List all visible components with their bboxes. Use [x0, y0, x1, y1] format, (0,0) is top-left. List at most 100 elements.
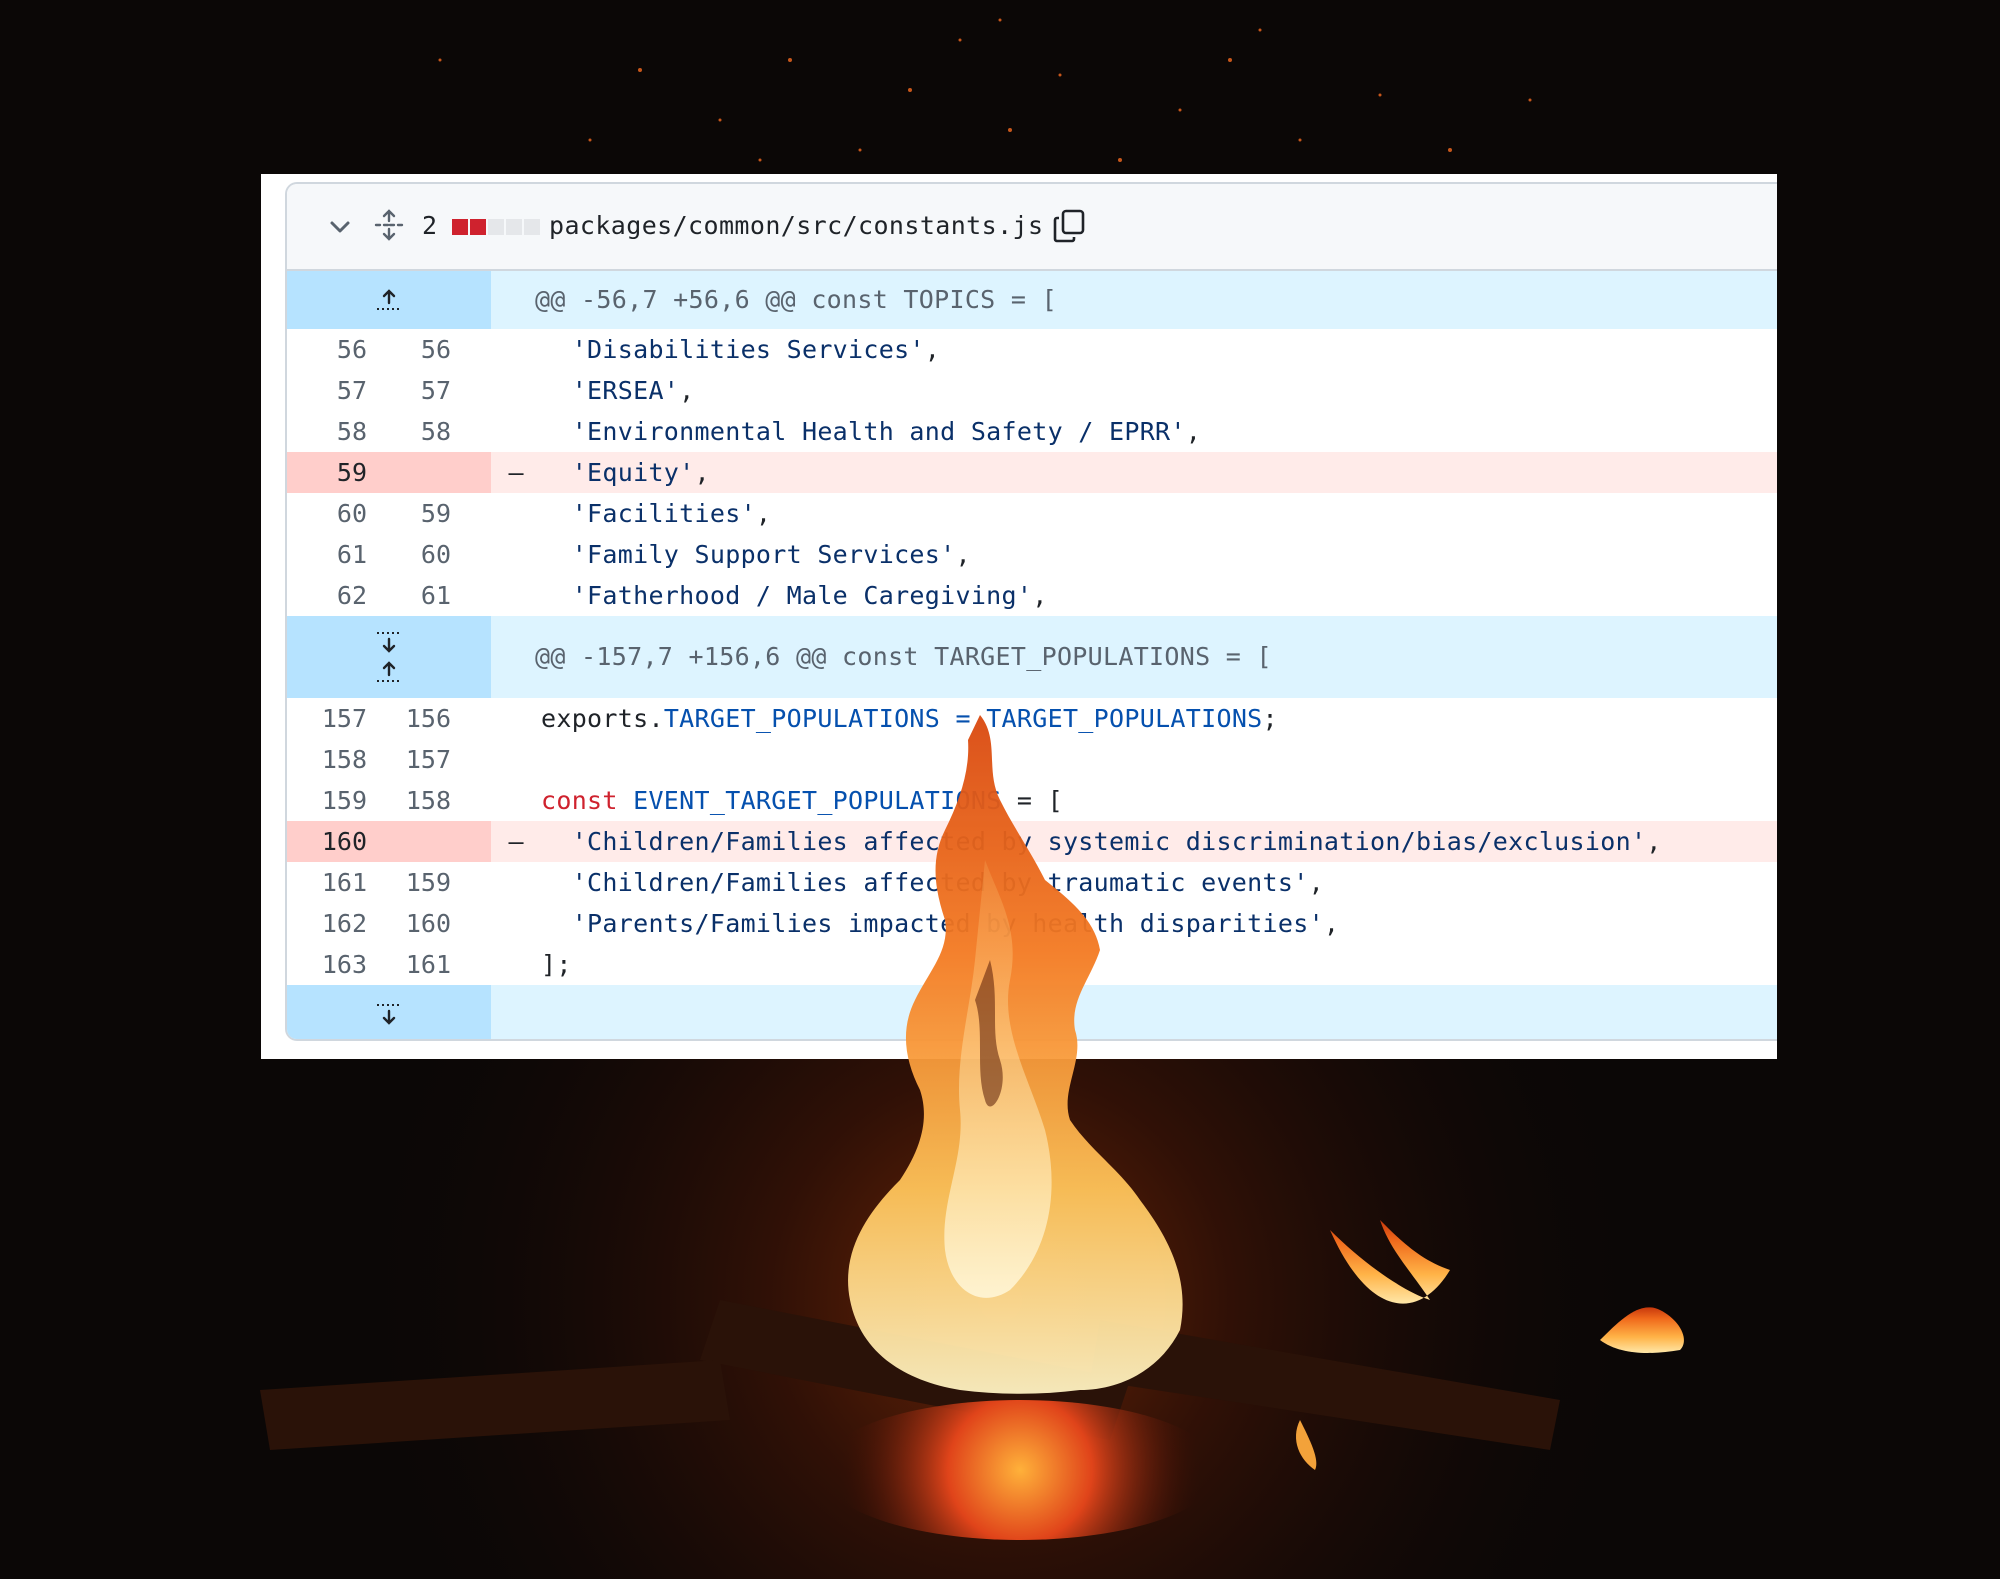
old-line-number[interactable]: 58: [287, 411, 367, 452]
code-token: 'Environmental Health and Safety / EPRR': [571, 417, 1186, 446]
new-line-number[interactable]: 160: [367, 903, 469, 944]
fold-up-icon[interactable]: [374, 659, 404, 685]
code-token: =: [1001, 786, 1048, 815]
new-line-number[interactable]: 161: [367, 944, 469, 985]
diff-line-context: 161 159 'Children/Families affected by tr…: [287, 862, 1777, 903]
new-line-number[interactable]: 61: [367, 575, 469, 616]
new-line-number[interactable]: 158: [367, 780, 469, 821]
code-text: const EVENT_TARGET_POPULATIONS = [: [541, 780, 1063, 821]
diff-line-context: 163 161];: [287, 944, 1777, 985]
code-text: 'Environmental Health and Safety / EPRR'…: [541, 411, 1201, 452]
diff-sign: [491, 780, 541, 821]
old-line-number[interactable]: 57: [287, 370, 367, 411]
diff-line-context: 60 59 'Facilities',: [287, 493, 1777, 534]
empty-hunk-text: [491, 985, 535, 1039]
new-line-number[interactable]: 59: [367, 493, 469, 534]
diff-line-context: 56 56 'Disabilities Services',: [287, 329, 1777, 370]
diff-line-context: 157 156 exports.TARGET_POPULATIONS = TARGE…: [287, 698, 1777, 739]
diff-sign: [491, 903, 541, 944]
old-line-number[interactable]: 61: [287, 534, 367, 575]
copy-icon[interactable]: [1052, 208, 1086, 244]
code-token: =: [940, 704, 987, 733]
diff-sign: [491, 944, 541, 985]
new-line-number[interactable]: 157: [367, 739, 469, 780]
new-line-number[interactable]: [367, 452, 469, 493]
code-token: ,: [1646, 827, 1662, 856]
hunk-header: @@ -157,7 +156,6 @@ const TARGET_POPULAT…: [287, 616, 1777, 698]
old-line-number[interactable]: 158: [287, 739, 367, 780]
diff-line-context: 61 60 'Family Support Services',: [287, 534, 1777, 575]
old-line-number[interactable]: 59: [287, 452, 367, 493]
code-token: 'ERSEA': [571, 376, 680, 405]
code-token: ,: [1308, 868, 1324, 897]
expand-control[interactable]: [287, 271, 491, 329]
code-text: 'Children/Families affected by systemic …: [541, 821, 1662, 862]
code-token: ,: [1032, 581, 1048, 610]
diff-sign: –: [508, 827, 524, 856]
unfold-icon[interactable]: [374, 208, 404, 242]
code-token: ,: [755, 499, 772, 528]
code-token: ;: [1262, 704, 1278, 733]
code-token: [: [1047, 786, 1063, 815]
expand-control[interactable]: [287, 985, 491, 1039]
fold-up-icon[interactable]: [374, 287, 404, 313]
diffstat-bar: [452, 219, 540, 235]
code-token: 'Fatherhood / Male Caregiving': [571, 581, 1033, 610]
diff-line-context: 62 61 'Fatherhood / Male Caregiving',: [287, 575, 1777, 616]
code-text: 'Equity',: [541, 452, 710, 493]
code-token: 'Family Support Services': [571, 540, 956, 569]
diff-sign: [491, 370, 541, 411]
hunk-header: @@ -56,7 +56,6 @@ const TOPICS = [: [287, 271, 1777, 329]
file-header: 2 packages/common/src/constants.js: [287, 184, 1777, 271]
code-token: EVENT_TARGET_POPULATIONS: [633, 786, 1002, 815]
code-text: exports.TARGET_POPULATIONS = TARGET_POPU…: [541, 698, 1278, 739]
code-text: 'Parents/Families impacted by health dis…: [541, 903, 1339, 944]
new-line-number[interactable]: [367, 821, 469, 862]
code-token: const: [541, 786, 634, 815]
code-text: 'Disabilities Services',: [541, 329, 940, 370]
diff-line-context: 162 160 'Parents/Families impacted by hea…: [287, 903, 1777, 944]
new-line-number[interactable]: 58: [367, 411, 469, 452]
old-line-number[interactable]: 62: [287, 575, 367, 616]
fold-down-icon[interactable]: [374, 629, 404, 655]
old-line-number[interactable]: 162: [287, 903, 367, 944]
old-line-number[interactable]: 159: [287, 780, 367, 821]
old-line-number[interactable]: 60: [287, 493, 367, 534]
chevron-down-icon[interactable]: [327, 214, 353, 240]
old-line-number[interactable]: 160: [287, 821, 367, 862]
code-token: 'Children/Families affected by traumatic…: [571, 868, 1309, 897]
old-line-number[interactable]: 157: [287, 698, 367, 739]
fold-down-icon[interactable]: [374, 1001, 404, 1027]
hunk-header-text: @@ -157,7 +156,6 @@ const TARGET_POPULAT…: [535, 642, 1272, 671]
diff-lines: @@ -56,7 +56,6 @@ const TOPICS = [56 56 '…: [287, 271, 1777, 1039]
old-line-number[interactable]: 56: [287, 329, 367, 370]
old-line-number[interactable]: 161: [287, 862, 367, 903]
diff-sign: [491, 698, 541, 739]
new-line-number[interactable]: 57: [367, 370, 469, 411]
code-token: 'Parents/Families impacted by health dis…: [571, 909, 1324, 938]
expand-control[interactable]: [287, 616, 491, 698]
old-line-number[interactable]: 163: [287, 944, 367, 985]
code-text: 'Facilities',: [541, 493, 771, 534]
diff-sign: [491, 739, 541, 780]
file-path[interactable]: packages/common/src/constants.js: [549, 206, 1043, 246]
diff-line-context: 159 158 const EVENT_TARGET_POPULATIONS = [: [287, 780, 1777, 821]
code-text: ];: [541, 944, 572, 985]
diff-sign: [491, 862, 541, 903]
code-text: 'Family Support Services',: [541, 534, 971, 575]
code-text: 'ERSEA',: [541, 370, 695, 411]
new-line-number[interactable]: 56: [367, 329, 469, 370]
new-line-number[interactable]: 60: [367, 534, 469, 575]
diff-sign: [491, 534, 541, 575]
diff-file: 2 packages/common/src/constants.js @@ -5…: [285, 182, 1777, 1041]
new-line-number[interactable]: 159: [367, 862, 469, 903]
new-line-number[interactable]: 156: [367, 698, 469, 739]
diff-line-deleted: 160 – 'Children/Families affected by syst…: [287, 821, 1777, 862]
code-token: 'Disabilities Services': [571, 335, 925, 364]
code-token: ,: [1185, 417, 1202, 446]
code-token: ,: [1323, 909, 1340, 938]
